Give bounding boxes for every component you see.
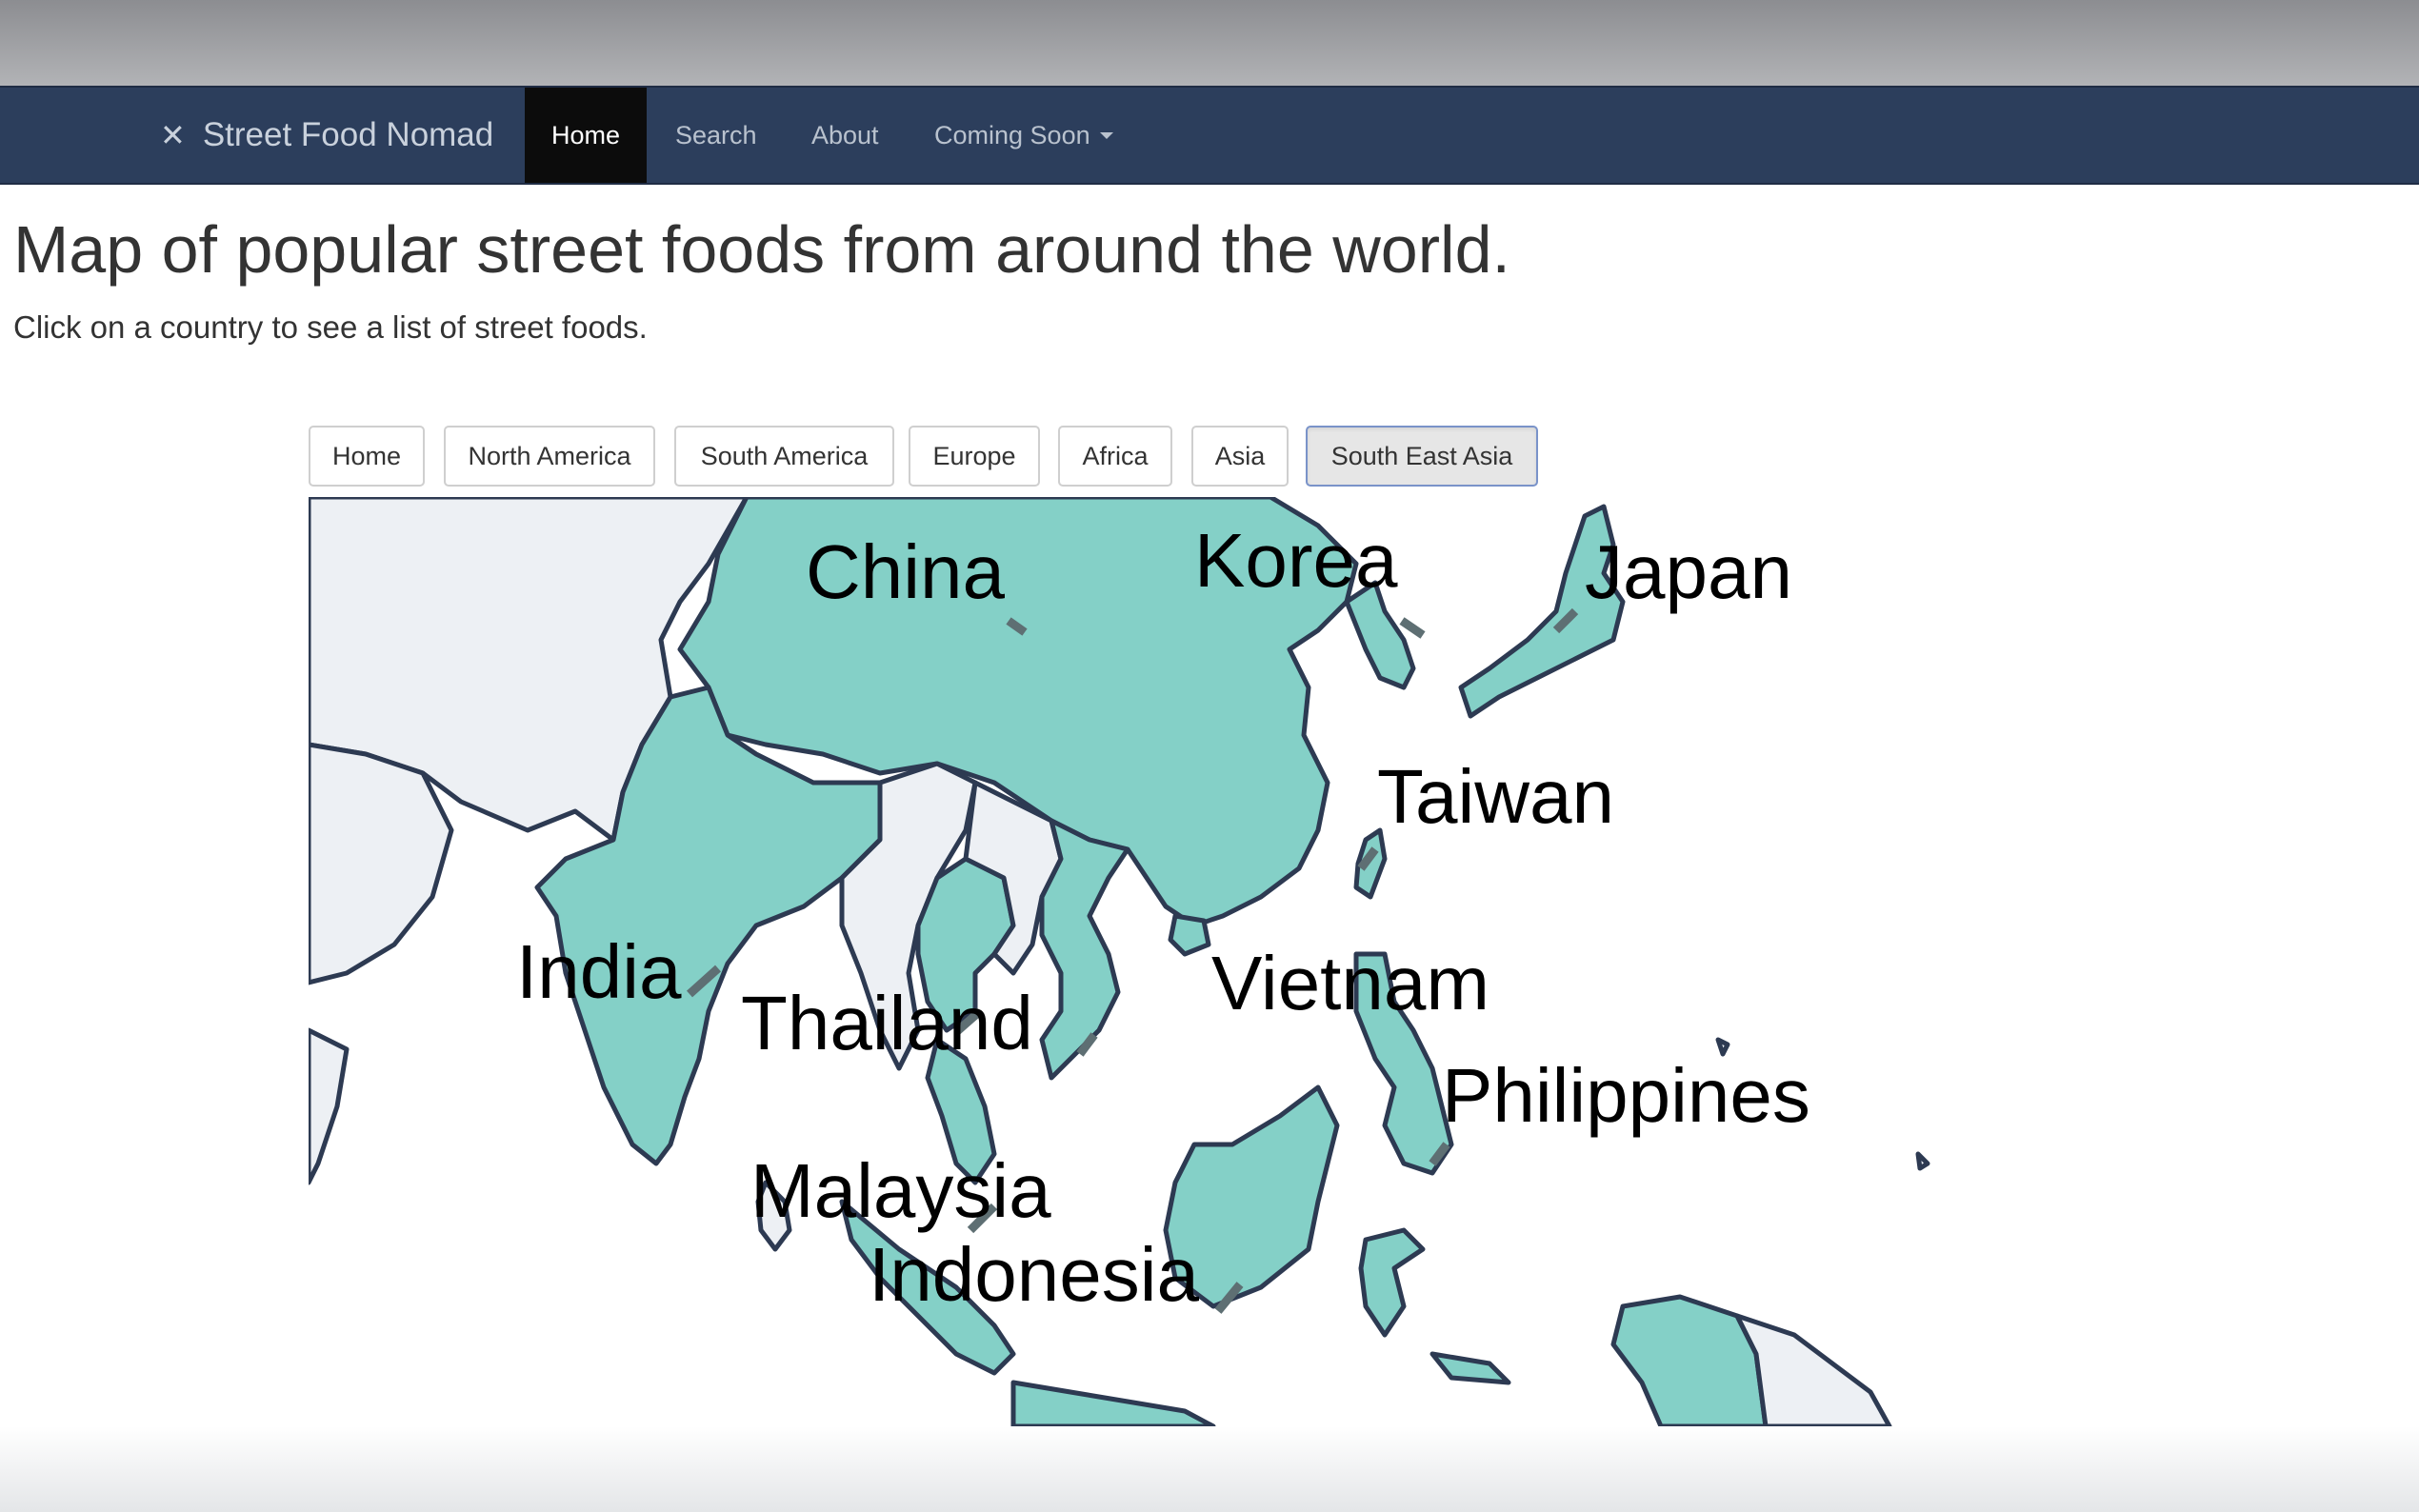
nav-coming-soon-dropdown[interactable]: Coming Soon [934,88,1113,183]
nav-home[interactable]: Home [525,88,647,183]
map-island-sulawesi[interactable] [1358,1227,1426,1338]
navbar: ✕ Street Food Nomad Home Search About Co… [0,86,2419,185]
nav-search-label: Search [675,120,757,149]
bottom-fade [0,1426,2419,1512]
map-label-taiwan: Taiwan [1377,754,1614,839]
leader-korea [1399,617,1426,639]
region-button-home[interactable]: Home [309,426,425,487]
map-label-indonesia: Indonesia [869,1232,1199,1317]
region-button-south-east-asia[interactable]: South East Asia [1306,426,1538,487]
nav-home-label: Home [550,120,621,149]
map-label-india: India [516,929,682,1014]
map-label-korea: Korea [1194,518,1398,603]
region-button-europe[interactable]: Europe [909,426,1040,487]
region-button-north-america[interactable]: North America [444,426,655,487]
map-label-thailand: Thailand [741,981,1033,1065]
brand-link[interactable]: ✕ Street Food Nomad [160,88,493,183]
map-island-hainan[interactable] [1168,913,1211,957]
region-button-south-america[interactable]: South America [674,426,894,487]
map-island-small-1[interactable] [1715,1037,1730,1057]
nav-coming-soon-label: Coming Soon [934,120,1090,149]
map-label-vietnam: Vietnam [1211,941,1489,1025]
page-title: Map of popular street foods from around … [13,212,1510,287]
map-country-africa-horn[interactable] [309,1027,350,1185]
brand-label: Street Food Nomad [202,116,494,153]
map-label-malaysia: Malaysia [750,1148,1051,1233]
map-island-small-2[interactable] [1915,1151,1930,1171]
map-island-java[interactable] [1010,1380,1216,1426]
nav-about[interactable]: About [811,88,879,183]
caret-down-icon [1099,131,1113,139]
asia-map: China Korea Japan Taiwan India Thailand … [309,497,1966,1426]
map-label-china: China [806,529,1006,614]
fork-knife-icon: ✕ [160,118,186,152]
map-label-japan: Japan [1585,529,1792,614]
nav-about-label: About [811,120,879,149]
region-button-africa[interactable]: Africa [1058,426,1172,487]
page-subtitle: Click on a country to see a list of stre… [13,309,648,345]
map-island-timor[interactable] [1429,1351,1511,1385]
nav-search[interactable]: Search [675,88,757,183]
browser-top-bar [0,0,2419,86]
region-button-asia[interactable]: Asia [1191,426,1289,487]
map-label-philippines: Philippines [1442,1053,1810,1138]
